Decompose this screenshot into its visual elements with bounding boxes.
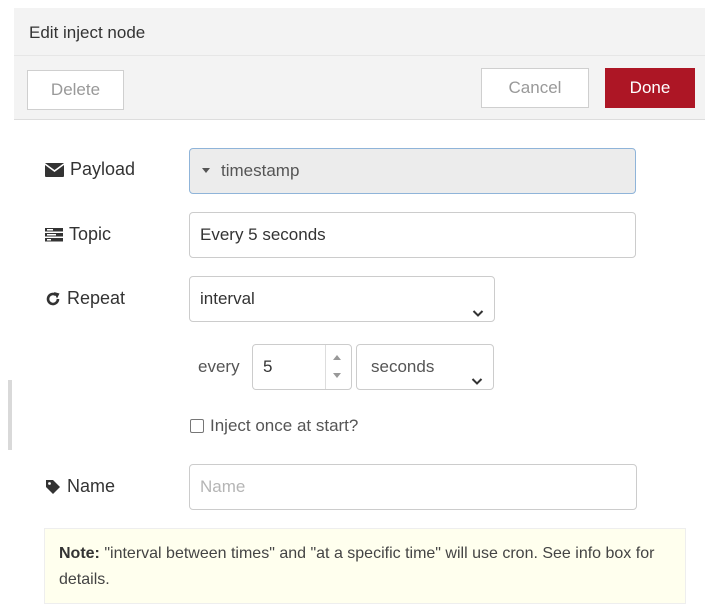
name-label: Name — [45, 476, 115, 497]
name-label-text: Name — [67, 476, 116, 496]
tasks-icon — [45, 227, 63, 242]
every-label: every — [198, 357, 240, 376]
resize-handle[interactable] — [8, 380, 12, 450]
spinner-divider — [325, 345, 326, 389]
chevron-down-icon — [472, 292, 484, 336]
tag-icon — [45, 479, 61, 495]
cancel-button[interactable]: Cancel — [481, 68, 589, 108]
payload-value: timestamp — [221, 161, 300, 180]
note-text: "interval between times" and "at a speci… — [59, 545, 655, 588]
tray-title: Edit inject node — [29, 23, 146, 42]
done-button[interactable]: Done — [605, 68, 695, 108]
repeat-label: Repeat — [45, 288, 125, 309]
repeat-label-text: Repeat — [67, 288, 126, 308]
cron-note: Note: "interval between times" and "at a… — [44, 528, 686, 604]
name-field[interactable] — [189, 464, 637, 510]
payload-label: Payload — [45, 159, 135, 180]
interval-units-value: seconds — [371, 357, 435, 376]
chevron-down-icon — [471, 360, 483, 404]
name-input[interactable] — [200, 466, 620, 508]
inject-once-row[interactable]: Inject once at start? — [190, 416, 358, 436]
caret-down-icon[interactable] — [202, 168, 210, 173]
repeat-icon — [45, 291, 61, 307]
interval-count-value: 5 — [263, 357, 273, 376]
workspace-edge — [0, 0, 14, 612]
tray-toolbar: Delete Cancel Done — [14, 56, 705, 120]
inject-once-checkbox[interactable] — [190, 419, 204, 433]
spin-up-icon[interactable] — [333, 355, 341, 360]
spin-down-icon[interactable] — [333, 373, 341, 378]
envelope-icon — [45, 162, 64, 177]
inject-once-label: Inject once at start? — [210, 416, 359, 435]
payload-typed-input[interactable]: timestamp — [189, 148, 636, 194]
note-bold-label: Note: — [59, 545, 100, 562]
interval-count-spinner[interactable]: 5 — [252, 344, 352, 390]
repeat-select[interactable]: interval — [189, 276, 495, 322]
tray-header: Edit inject node — [14, 8, 705, 56]
payload-label-text: Payload — [70, 159, 136, 179]
edit-tray: Edit inject node Delete Cancel Done Payl… — [14, 8, 705, 612]
interval-units-select[interactable]: seconds — [356, 344, 494, 390]
topic-label-text: Topic — [69, 224, 112, 244]
delete-button[interactable]: Delete — [27, 70, 124, 110]
repeat-select-value: interval — [200, 289, 255, 308]
topic-label: Topic — [45, 224, 111, 245]
topic-input[interactable]: Every 5 seconds — [189, 212, 636, 258]
